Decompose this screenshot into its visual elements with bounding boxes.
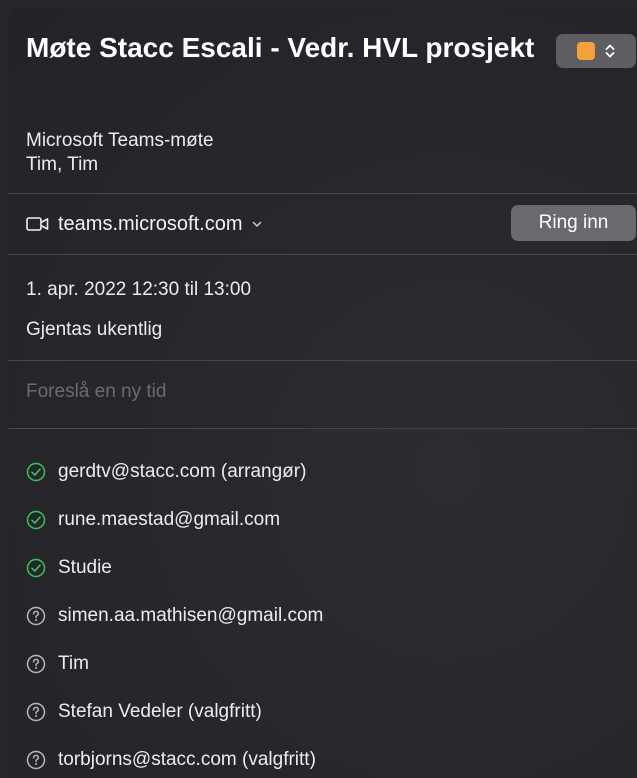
attendee-label: simen.aa.mathisen@gmail.com — [58, 605, 324, 626]
video-camera-icon — [26, 216, 50, 232]
attendee-label: Tim — [58, 653, 89, 674]
meeting-type-label: Microsoft Teams-møte — [26, 130, 214, 151]
attendee-row[interactable]: Tim — [26, 640, 323, 688]
check-circle-icon — [26, 558, 46, 578]
question-circle-icon — [26, 606, 46, 626]
calendar-color-swatch — [577, 42, 595, 60]
attendee-label: gerdtv@stacc.com (arrangør) — [58, 461, 307, 482]
attendee-row[interactable]: Studie — [26, 544, 323, 592]
divider — [8, 428, 637, 429]
organizer-line: Tim, Tim — [26, 154, 99, 175]
event-recurrence[interactable]: Gjentas ukentlig — [26, 318, 162, 342]
attendee-row[interactable]: simen.aa.mathisen@gmail.com — [26, 592, 323, 640]
event-detail-panel: Møte Stacc Escali - Vedr. HVL prosjekt M… — [8, 8, 637, 778]
meeting-link-text: teams.microsoft.com — [58, 212, 243, 235]
attendee-list: gerdtv@stacc.com (arrangør) rune.maestad… — [26, 448, 323, 778]
attendee-label: Stefan Vedeler (valgfritt) — [58, 701, 262, 722]
attendee-label: Studie — [58, 557, 112, 578]
event-title: Møte Stacc Escali - Vedr. HVL prosjekt — [26, 32, 535, 63]
calendar-color-select[interactable] — [556, 34, 636, 68]
question-circle-icon — [26, 702, 46, 722]
attendee-label: torbjorns@stacc.com (valgfritt) — [58, 749, 316, 770]
divider — [8, 360, 637, 361]
divider — [8, 193, 637, 194]
attendee-row[interactable]: rune.maestad@gmail.com — [26, 496, 323, 544]
up-down-chevron-icon — [605, 43, 615, 59]
event-datetime[interactable]: 1. apr. 2022 12:30 til 13:00 — [26, 278, 251, 302]
check-circle-icon — [26, 510, 46, 530]
attendee-row[interactable]: Stefan Vedeler (valgfritt) — [26, 688, 323, 736]
divider — [8, 254, 637, 255]
call-in-button[interactable]: Ring inn — [511, 205, 636, 241]
question-circle-icon — [26, 654, 46, 674]
chevron-down-icon — [250, 220, 262, 228]
attendee-label: rune.maestad@gmail.com — [58, 509, 281, 530]
meeting-link[interactable]: teams.microsoft.com — [26, 208, 262, 240]
propose-new-time-field[interactable]: Foreslå en ny tid — [26, 380, 166, 404]
question-circle-icon — [26, 750, 46, 770]
check-circle-icon — [26, 462, 46, 482]
attendee-row[interactable]: gerdtv@stacc.com (arrangør) — [26, 448, 323, 496]
attendee-row[interactable]: torbjorns@stacc.com (valgfritt) — [26, 736, 323, 778]
